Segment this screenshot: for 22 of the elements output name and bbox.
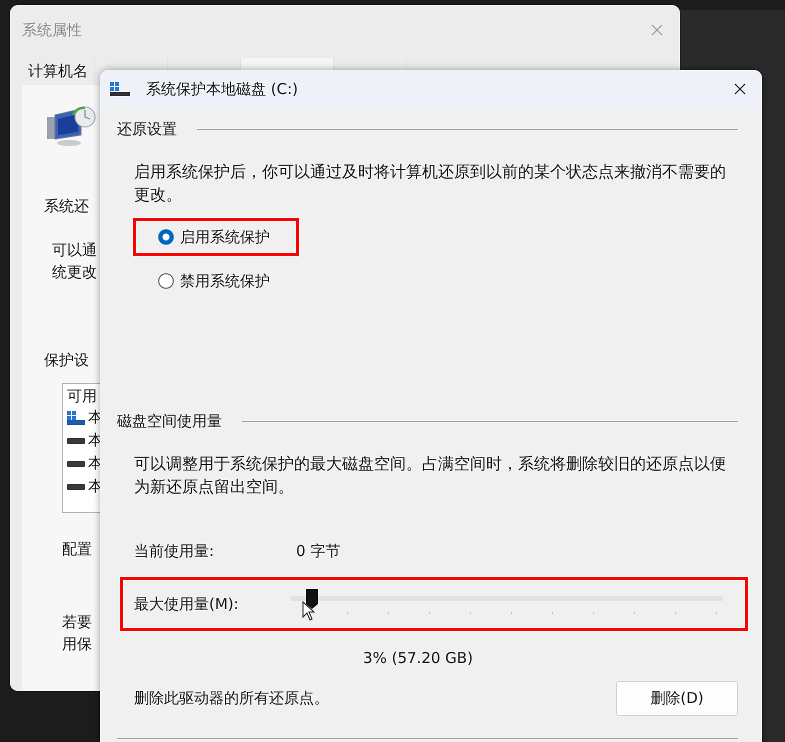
slider-reading: 3% (57.20 GB) <box>362 649 474 667</box>
description-text: 删除此驱动器的所有还原点。 <box>134 689 329 708</box>
group-heading: 磁盘空间使用量 <box>117 412 222 430</box>
description-text: 若要 <box>62 613 92 632</box>
description-text: 配置 <box>62 540 92 559</box>
radio-label[interactable]: 启用系统保护 <box>180 228 270 246</box>
section-heading: 系统还 <box>44 197 89 216</box>
window-title: 系统属性 <box>22 20 82 40</box>
column-header: 可用 <box>67 387 98 406</box>
description-text: 用保 <box>62 635 92 654</box>
field-label: 当前使用量: <box>134 542 216 561</box>
description-text: 可以通 <box>52 241 97 260</box>
delete-button[interactable]: 删除(D) <box>616 681 738 716</box>
description-text: 启用系统保护后，你可以通过及时将计算机还原到以前的某个状态点来撤消不需要的更改。 <box>134 161 727 206</box>
radio-label[interactable]: 禁用系统保护 <box>180 272 270 290</box>
dialog-title: 系统保护本地磁盘 (C:) <box>146 80 299 98</box>
description-text: 统更改 <box>52 263 97 282</box>
field-label: 最大使用量(M): <box>134 594 240 614</box>
group-heading: 还原设置 <box>117 120 177 138</box>
section-heading: 保护设 <box>44 351 89 370</box>
description-text: 可以调整用于系统保护的最大磁盘空间。占满空间时，系统将删除较旧的还原点以便为新还原点留出空间。 <box>134 453 727 498</box>
field-value: 0 字节 <box>296 542 340 561</box>
